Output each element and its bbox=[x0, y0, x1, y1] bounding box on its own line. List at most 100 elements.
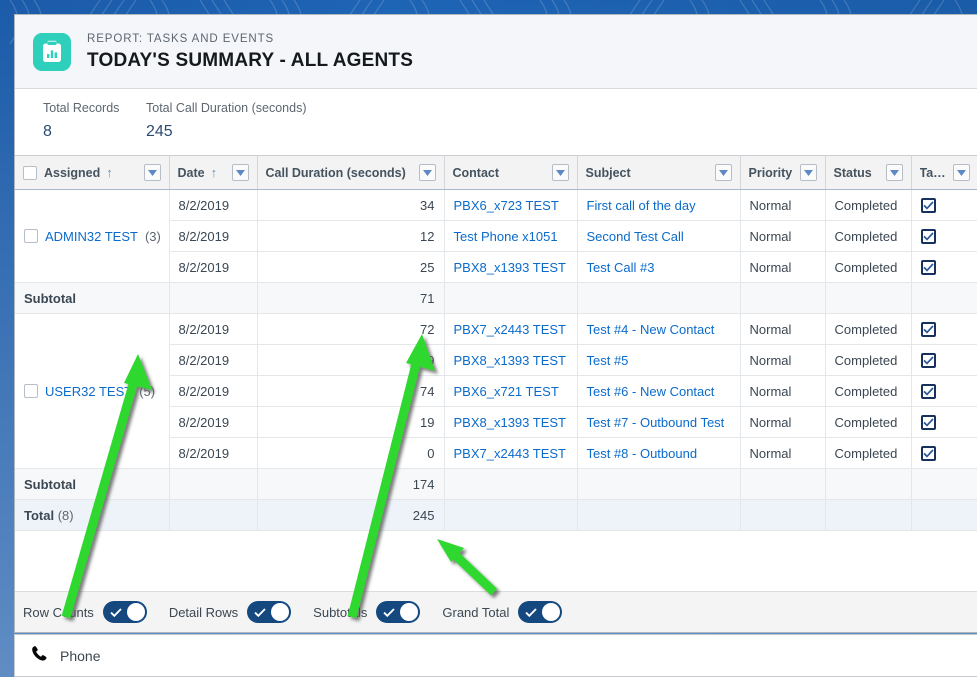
cell-subject[interactable]: Second Test Call bbox=[577, 220, 741, 252]
toggle-detail-rows-label: Detail Rows bbox=[168, 604, 239, 620]
report-clipboard-chart-icon bbox=[33, 32, 71, 71]
subtotal-label: Subtotal bbox=[15, 468, 170, 500]
subject-link[interactable]: Test #7 - Outbound Test bbox=[587, 415, 725, 430]
column-menu-subject[interactable] bbox=[714, 164, 732, 181]
group-cell-user32[interactable]: USER32 TEST (5) bbox=[15, 313, 170, 469]
subject-link[interactable]: Test Call #3 bbox=[587, 260, 655, 275]
task-checkbox-checked[interactable] bbox=[920, 321, 936, 337]
contact-link[interactable]: PBX7_x2443 TEST bbox=[454, 446, 567, 461]
column-menu-contact[interactable] bbox=[551, 164, 569, 181]
column-header-status[interactable]: Status bbox=[825, 155, 912, 190]
column-menu-task[interactable] bbox=[952, 164, 970, 181]
toggle-row-counts-switch[interactable] bbox=[102, 601, 147, 623]
toggle-subtotals[interactable]: Subtotals bbox=[313, 601, 421, 623]
cell-subject[interactable]: Test #5 bbox=[577, 344, 741, 376]
cell-task[interactable] bbox=[911, 344, 977, 376]
cell-contact[interactable]: PBX6_x723 TEST bbox=[444, 189, 578, 221]
column-menu-date[interactable] bbox=[231, 164, 249, 181]
cell-task[interactable] bbox=[911, 406, 977, 438]
toggle-subtotals-switch[interactable] bbox=[376, 601, 421, 623]
group-name-label[interactable]: ADMIN32 TEST bbox=[45, 229, 138, 244]
cell-subject[interactable]: Test #4 - New Contact bbox=[577, 313, 741, 345]
task-checkbox-checked[interactable] bbox=[920, 383, 936, 399]
column-menu-call-duration[interactable] bbox=[418, 164, 436, 181]
contact-link[interactable]: PBX7_x2443 TEST bbox=[454, 322, 567, 337]
column-menu-assigned[interactable] bbox=[143, 164, 161, 181]
column-header-subject[interactable]: Subject bbox=[577, 155, 741, 190]
cell-subject[interactable]: Test #7 - Outbound Test bbox=[577, 406, 741, 438]
toggle-grand-total[interactable]: Grand Total bbox=[442, 601, 563, 623]
cell-contact[interactable]: PBX8_x1393 TEST bbox=[444, 344, 578, 376]
table-header-row: Assigned ↑ Date ↑ Call Duration (seconds… bbox=[15, 155, 977, 190]
subject-link[interactable]: Test #4 - New Contact bbox=[587, 322, 715, 337]
stat-total-call-duration-value: 245 bbox=[146, 123, 173, 140]
cell-task[interactable] bbox=[911, 189, 977, 221]
task-checkbox-checked[interactable] bbox=[920, 228, 936, 244]
table-row[interactable]: ADMIN32 TEST (3) 8/2/2019 34 PBX6_x723 T… bbox=[15, 189, 977, 283]
subject-link[interactable]: Test #8 - Outbound bbox=[587, 446, 698, 461]
contact-link[interactable]: PBX8_x1393 TEST bbox=[454, 260, 567, 275]
toggle-grand-total-switch[interactable] bbox=[518, 601, 563, 623]
contact-link[interactable]: PBX8_x1393 TEST bbox=[454, 353, 567, 368]
column-header-date[interactable]: Date ↑ bbox=[169, 155, 258, 190]
subject-link[interactable]: Second Test Call bbox=[587, 229, 684, 244]
task-checkbox-checked[interactable] bbox=[920, 197, 936, 213]
cell-contact[interactable]: PBX7_x2443 TEST bbox=[444, 313, 578, 345]
column-header-status-label: Status bbox=[833, 165, 872, 180]
utility-bar-phone[interactable]: Phone bbox=[14, 634, 977, 677]
cell-task[interactable] bbox=[911, 251, 977, 283]
column-header-task[interactable]: Task bbox=[911, 155, 977, 190]
select-all-checkbox[interactable] bbox=[23, 165, 37, 180]
cell-subject[interactable]: First call of the day bbox=[577, 189, 741, 221]
cell-contact[interactable]: Test Phone x1051 bbox=[444, 220, 578, 252]
check-icon bbox=[254, 607, 266, 617]
column-header-priority-label: Priority bbox=[748, 165, 793, 180]
table-row[interactable]: USER32 TEST (5) 8/2/2019 72 PBX7_x2443 T… bbox=[15, 313, 977, 469]
subject-link[interactable]: Test #6 - New Contact bbox=[587, 384, 715, 399]
column-menu-priority[interactable] bbox=[799, 164, 817, 181]
toggle-detail-rows[interactable]: Detail Rows bbox=[168, 601, 292, 623]
cell-subject[interactable]: Test Call #3 bbox=[577, 251, 741, 283]
subject-link[interactable]: First call of the day bbox=[587, 198, 696, 213]
grand-total-label: Total bbox=[24, 507, 55, 523]
task-checkbox-checked[interactable] bbox=[920, 445, 936, 461]
cell-contact[interactable]: PBX7_x2443 TEST bbox=[444, 437, 578, 469]
group-name-label[interactable]: USER32 TEST bbox=[45, 384, 132, 399]
grand-total-status-cell bbox=[825, 499, 912, 531]
contact-link[interactable]: Test Phone x1051 bbox=[454, 229, 558, 244]
report-header: REPORT: TASKS AND EVENTS TODAY'S SUMMARY… bbox=[15, 15, 977, 89]
toggle-row-counts[interactable]: Row Counts bbox=[23, 601, 147, 623]
cell-contact[interactable]: PBX8_x1393 TEST bbox=[444, 251, 578, 283]
group-select-checkbox[interactable] bbox=[24, 384, 38, 398]
cell-subject[interactable]: Test #6 - New Contact bbox=[577, 375, 741, 407]
column-menu-status[interactable] bbox=[885, 164, 903, 181]
cell-task[interactable] bbox=[911, 375, 977, 407]
cell-task[interactable] bbox=[911, 313, 977, 345]
cell-status: Completed bbox=[825, 406, 912, 438]
stat-total-records-value: 8 bbox=[43, 123, 52, 140]
contact-link[interactable]: PBX6_x723 TEST bbox=[454, 198, 559, 213]
column-header-assigned[interactable]: Assigned ↑ bbox=[15, 155, 170, 190]
column-header-priority[interactable]: Priority bbox=[740, 155, 826, 190]
cell-contact[interactable]: PBX6_x721 TEST bbox=[444, 375, 578, 407]
grand-total-subject-cell bbox=[577, 499, 741, 531]
cell-contact[interactable]: PBX8_x1393 TEST bbox=[444, 406, 578, 438]
group-select-checkbox[interactable] bbox=[24, 229, 38, 243]
column-header-contact[interactable]: Contact bbox=[444, 155, 578, 190]
group-cell-admin32[interactable]: ADMIN32 TEST (3) bbox=[15, 189, 170, 283]
task-checkbox-checked[interactable] bbox=[920, 259, 936, 275]
toggle-detail-rows-switch[interactable] bbox=[247, 601, 292, 623]
cell-priority: Normal bbox=[740, 406, 826, 438]
column-header-call-duration[interactable]: Call Duration (seconds) bbox=[257, 155, 445, 190]
cell-subject[interactable]: Test #8 - Outbound bbox=[577, 437, 741, 469]
task-checkbox-checked[interactable] bbox=[920, 414, 936, 430]
contact-link[interactable]: PBX8_x1393 TEST bbox=[454, 415, 567, 430]
column-header-assigned-label: Assigned bbox=[44, 165, 101, 180]
task-checkbox-checked[interactable] bbox=[920, 352, 936, 368]
contact-link[interactable]: PBX6_x721 TEST bbox=[454, 384, 559, 399]
cell-task[interactable] bbox=[911, 220, 977, 252]
report-window: REPORT: TASKS AND EVENTS TODAY'S SUMMARY… bbox=[14, 14, 977, 633]
cell-task[interactable] bbox=[911, 437, 977, 469]
subject-link[interactable]: Test #5 bbox=[587, 353, 629, 368]
column-header-contact-label: Contact bbox=[452, 165, 500, 180]
